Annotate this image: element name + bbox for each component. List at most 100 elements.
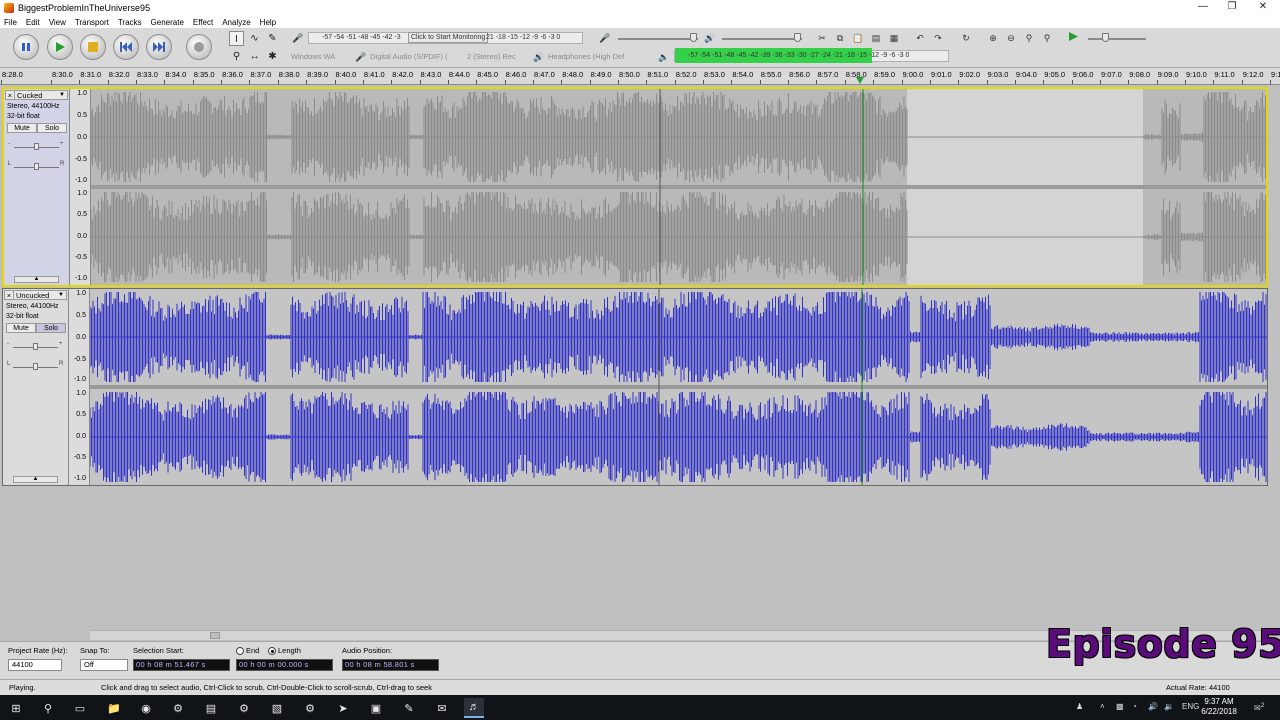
timeshift-tool-icon[interactable]: ↔ <box>247 49 262 64</box>
fit-selection-icon[interactable]: ⚲ <box>1022 31 1036 45</box>
app-icon-pen[interactable]: ✎ <box>399 698 419 718</box>
document-app-icon[interactable]: ▤ <box>201 698 221 718</box>
restore-icon[interactable]: ❐ <box>1215 0 1249 16</box>
zoom-in-icon[interactable]: ⊕ <box>986 31 1000 45</box>
waveform-cucked[interactable] <box>91 89 1266 285</box>
track-control-panel[interactable]: × Uncucked ▼ Stereo, 44100Hz 32-bit floa… <box>3 289 69 485</box>
menu-tracks[interactable]: Tracks <box>118 18 142 27</box>
tray-network-icon[interactable]: ◔ <box>1132 702 1137 711</box>
skip-to-start-button[interactable] <box>113 34 139 60</box>
pause-button[interactable] <box>13 34 39 60</box>
playback-volume-knob[interactable] <box>794 33 801 42</box>
menu-help[interactable]: Help <box>260 18 276 27</box>
gamepad-icon[interactable]: ▣ <box>366 698 386 718</box>
menu-file[interactable]: File <box>4 18 17 27</box>
selection-length-field[interactable]: 00 h 00 m 00.000 s <box>236 659 333 671</box>
project-rate-select[interactable]: 44100 <box>8 659 62 671</box>
audacity-taskbar-icon[interactable]: ♬ <box>464 698 484 718</box>
windows-start-icon[interactable]: ⊞ <box>6 698 26 718</box>
close-icon[interactable]: ✕ <box>1246 0 1280 16</box>
tray-speaker-icon[interactable]: 🔉 <box>1164 702 1174 711</box>
track-uncucked[interactable]: × Uncucked ▼ Stereo, 44100Hz 32-bit floa… <box>2 288 1268 486</box>
mute-button[interactable]: Mute <box>7 123 37 133</box>
track-cucked[interactable]: × Cucked ▼ Stereo, 44100Hz 32-bit float … <box>2 87 1268 287</box>
record-button[interactable] <box>186 34 212 60</box>
scrollbar-thumb[interactable] <box>210 632 220 639</box>
app-icon-keyboard[interactable]: ▧ <box>267 698 287 718</box>
close-track-icon[interactable]: × <box>5 290 14 300</box>
zoom-out-icon[interactable]: ⊖ <box>1004 31 1018 45</box>
search-icon[interactable]: ⚲ <box>38 698 58 718</box>
play-speed-slider[interactable] <box>1088 38 1146 40</box>
silence-icon[interactable]: ▦ <box>887 31 901 45</box>
redo-icon[interactable]: ↷ <box>931 31 945 45</box>
menu-transport[interactable]: Transport <box>75 18 109 27</box>
input-channels-select[interactable]: 2 (Stereo) Rec <box>467 50 533 63</box>
record-meter-icon[interactable]: 🎤 <box>291 31 305 45</box>
gain-slider-knob[interactable] <box>34 143 39 150</box>
track-menu-arrow-icon[interactable]: ▼ <box>58 292 66 298</box>
waveform-uncucked[interactable] <box>90 289 1267 485</box>
cut-icon[interactable]: ✂ <box>815 31 829 45</box>
file-explorer-icon[interactable]: 📁 <box>104 698 124 718</box>
gear-icon[interactable]: ⚙ <box>300 698 320 718</box>
selection-tool-icon[interactable]: I <box>229 31 244 46</box>
app-icon-fish[interactable]: ➤ <box>333 698 353 718</box>
recording-volume-knob[interactable] <box>690 33 697 42</box>
solo-button[interactable]: Solo <box>37 123 67 133</box>
skip-to-end-button[interactable] <box>146 34 172 60</box>
stop-button[interactable] <box>80 34 106 60</box>
track-menu-arrow-icon[interactable]: ▼ <box>59 92 67 98</box>
output-device-select[interactable]: Headphones (High Def <box>548 50 638 63</box>
track-header[interactable]: × Uncucked ▼ <box>4 290 67 300</box>
track-header[interactable]: × Cucked ▼ <box>5 90 68 100</box>
tray-chevron-icon[interactable]: ˄ <box>1100 702 1105 711</box>
zoom-tool-icon[interactable]: ⚲ <box>229 49 244 64</box>
multi-tool-icon[interactable]: ✱ <box>265 49 280 64</box>
play-speed-knob[interactable] <box>1102 33 1109 42</box>
menu-effect[interactable]: Effect <box>193 18 213 27</box>
menu-generate[interactable]: Generate <box>151 18 184 27</box>
close-track-icon[interactable]: × <box>6 90 15 100</box>
copy-icon[interactable]: ⧉ <box>833 31 847 45</box>
menu-view[interactable]: View <box>49 18 66 27</box>
recording-volume-slider[interactable] <box>618 38 698 40</box>
play-at-speed-icon[interactable] <box>1066 31 1080 45</box>
audio-position-field[interactable]: 00 h 08 m 58.801 s <box>342 659 439 671</box>
track-name[interactable]: Cucked <box>15 91 59 100</box>
timeline-ruler[interactable]: 8:28.0 8:30.0 8:31.0 8:32.0 8:33.0 8:34.0 8:35… <box>0 68 1280 85</box>
menu-edit[interactable]: Edit <box>26 18 40 27</box>
gain-slider-knob[interactable] <box>33 343 38 350</box>
pan-slider-knob[interactable] <box>34 163 39 170</box>
paste-icon[interactable]: 📋 <box>851 31 865 45</box>
collapse-track-icon[interactable]: ▲ <box>13 476 58 483</box>
sync-lock-icon[interactable]: ↻ <box>959 31 973 45</box>
track-control-panel[interactable]: × Cucked ▼ Stereo, 44100Hz 32-bit float … <box>4 89 70 285</box>
undo-icon[interactable]: ↶ <box>913 31 927 45</box>
clock[interactable]: 9:37 AM 6/22/2018 <box>1194 697 1244 717</box>
steam-icon[interactable]: ⚙ <box>168 698 188 718</box>
mute-button[interactable]: Mute <box>6 323 36 333</box>
play-button[interactable] <box>47 34 73 60</box>
task-view-icon[interactable]: ▭ <box>70 698 90 718</box>
playback-volume-slider[interactable] <box>722 38 802 40</box>
notifications-icon[interactable]: ✉2 <box>1254 702 1264 713</box>
audio-host-select[interactable]: Windows WA <box>291 50 351 63</box>
draw-tool-icon[interactable]: ✎ <box>265 31 280 46</box>
tray-person-icon[interactable]: ♟ <box>1076 702 1083 711</box>
app-icon-chat[interactable]: ✉ <box>432 698 452 718</box>
menu-analyze[interactable]: Analyze <box>222 18 250 27</box>
start-monitoring-prompt[interactable]: Click to Start Monitoring <box>408 32 489 43</box>
length-radio[interactable] <box>268 647 276 655</box>
pan-slider-knob[interactable] <box>33 363 38 370</box>
collapse-track-icon[interactable]: ▲ <box>14 276 59 283</box>
trim-icon[interactable]: ▤ <box>869 31 883 45</box>
tray-volume-icon[interactable]: 🔊 <box>1148 702 1158 711</box>
input-device-select[interactable]: Digital Audio (S/PDIF) ( <box>370 50 462 63</box>
fit-project-icon[interactable]: ⚲ <box>1040 31 1054 45</box>
end-radio[interactable] <box>236 647 244 655</box>
chrome-icon[interactable]: ◉ <box>136 698 156 718</box>
solo-button[interactable]: Solo <box>36 323 66 333</box>
tray-app-icon[interactable]: ▩ <box>1116 702 1124 711</box>
snap-to-select[interactable]: Off <box>80 659 128 671</box>
